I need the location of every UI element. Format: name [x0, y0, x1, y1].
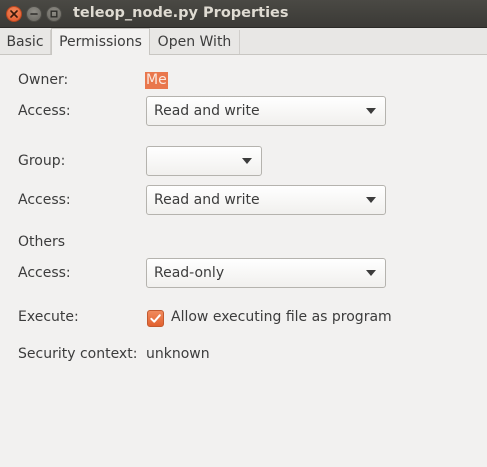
- maximize-icon: [50, 10, 58, 18]
- execute-label: Execute:: [18, 309, 79, 325]
- maximize-button[interactable]: [46, 6, 62, 22]
- check-icon: [150, 314, 161, 323]
- owner-value[interactable]: Me: [145, 72, 168, 89]
- tab-basic[interactable]: Basic: [0, 30, 51, 54]
- others-access-dropdown[interactable]: Read-only: [146, 258, 386, 288]
- group-access-label: Access:: [18, 192, 71, 208]
- tab-bar: Basic Permissions Open With: [0, 28, 487, 55]
- group-dropdown[interactable]: [146, 146, 262, 176]
- close-icon: [10, 10, 18, 18]
- minimize-icon: [30, 13, 38, 15]
- group-access-value: Read and write: [154, 192, 260, 208]
- owner-access-label: Access:: [18, 103, 71, 119]
- minimize-button[interactable]: [26, 6, 42, 22]
- close-button[interactable]: [6, 6, 22, 22]
- owner-label: Owner:: [18, 72, 69, 88]
- security-context-label: Security context:: [18, 346, 138, 362]
- tab-permissions[interactable]: Permissions: [51, 28, 150, 55]
- owner-access-dropdown[interactable]: Read and write: [146, 96, 386, 126]
- tab-open-with[interactable]: Open With: [150, 30, 240, 54]
- security-context-value: unknown: [146, 346, 210, 362]
- execute-checkbox-label[interactable]: Allow executing file as program: [171, 309, 392, 325]
- title-bar: teleop_node.py Properties: [0, 0, 487, 28]
- others-access-value: Read-only: [154, 265, 225, 281]
- group-access-dropdown[interactable]: Read and write: [146, 185, 386, 215]
- others-access-label: Access:: [18, 265, 71, 281]
- others-label: Others: [18, 234, 66, 250]
- window-title: teleop_node.py Properties: [73, 5, 289, 21]
- chevron-down-icon: [366, 108, 376, 114]
- group-label: Group:: [18, 153, 66, 169]
- chevron-down-icon: [242, 158, 252, 164]
- chevron-down-icon: [366, 197, 376, 203]
- chevron-down-icon: [366, 270, 376, 276]
- owner-access-value: Read and write: [154, 103, 260, 119]
- execute-checkbox[interactable]: [147, 310, 164, 327]
